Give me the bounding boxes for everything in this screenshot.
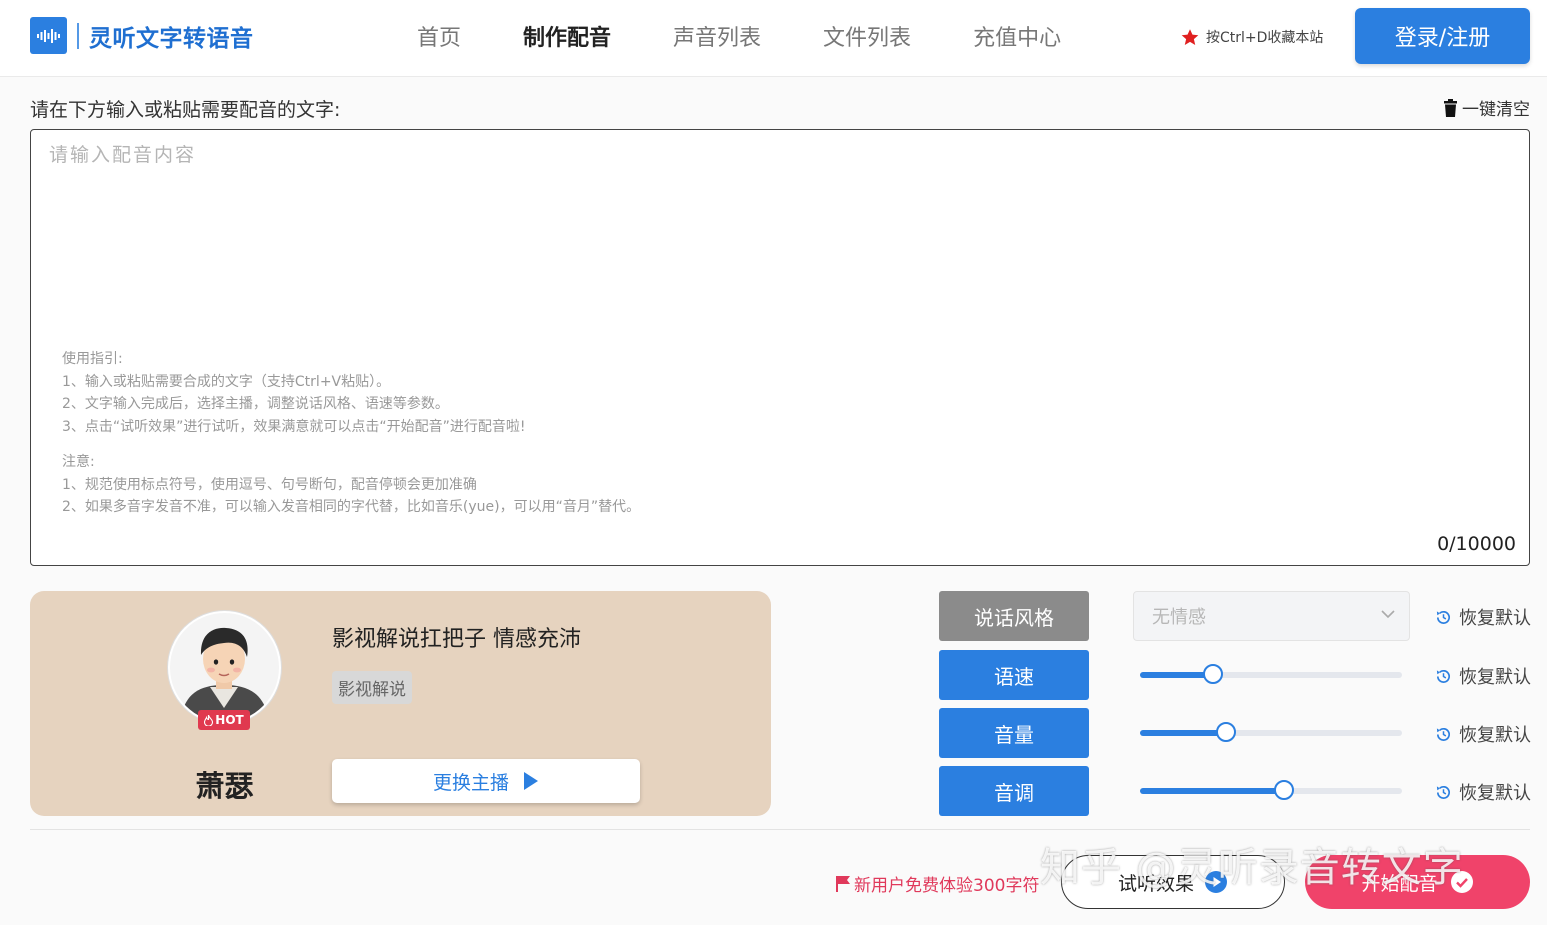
nav-voice-list[interactable]: 声音列表	[673, 20, 761, 52]
nav-recharge[interactable]: 充值中心	[973, 20, 1061, 52]
speaker-name: 萧瑟	[195, 769, 254, 803]
reset-label: 恢复默认	[1459, 608, 1531, 629]
guide-step: 2、文字输入完成后，选择主播，调整说话风格、语速等参数。	[62, 396, 449, 413]
change-speaker-label: 更换主播	[432, 771, 509, 794]
guide-step: 3、点击“试听效果”进行试听，效果满意就可以点击“开始配音”进行配音啦!	[62, 419, 526, 436]
nav-make-voiceover[interactable]: 制作配音	[523, 20, 611, 52]
star-icon	[1181, 28, 1199, 45]
volume-slider[interactable]	[1140, 722, 1402, 742]
history-icon	[1436, 727, 1450, 741]
guide-step: 1、输入或粘贴需要合成的文字（支持Ctrl+V粘贴）。	[62, 373, 391, 390]
nav-home[interactable]: 首页	[417, 20, 461, 52]
logo-divider	[77, 22, 79, 49]
speaking-style-select[interactable]: 无情感	[1133, 591, 1410, 641]
speaker-category-tag: 影视解说	[332, 671, 412, 704]
guide-note: 1、规范使用标点符号，使用逗号、句号断句，配音停顿会更加准确	[62, 476, 477, 493]
voiceover-input[interactable]	[49, 140, 1509, 180]
promo-text: 新用户免费体验300字符	[854, 876, 1040, 896]
reset-label: 恢复默认	[1459, 783, 1531, 804]
new-user-promo: 新用户免费体验300字符	[835, 871, 1039, 896]
bookmark-hint[interactable]: 按Ctrl+D收藏本站	[1180, 27, 1323, 47]
usage-guide: 使用指引: 1、输入或粘贴需要合成的文字（支持Ctrl+V粘贴）。 2、文字输入…	[62, 348, 640, 519]
flame-icon	[204, 714, 214, 726]
speed-label[interactable]: 语速	[939, 650, 1089, 700]
volume-slider-handle[interactable]	[1216, 722, 1237, 742]
speed-slider-fill	[1140, 672, 1214, 678]
speaker-avatar[interactable]	[168, 611, 281, 724]
history-icon	[1436, 669, 1450, 683]
hot-badge: HOT	[198, 710, 250, 730]
speaker-description: 影视解说扛把子 情感充沛	[332, 627, 581, 652]
reset-speed-button[interactable]: 恢复默认	[1435, 663, 1531, 689]
waveform-icon	[30, 17, 67, 54]
clear-all-label: 一键清空	[1462, 100, 1530, 120]
pitch-label[interactable]: 音调	[939, 766, 1089, 816]
main-nav: 首页 制作配音 声音列表 文件列表 充值中心	[417, 20, 1123, 52]
reset-volume-button[interactable]: 恢复默认	[1435, 721, 1531, 747]
volume-label[interactable]: 音量	[939, 708, 1089, 758]
top-header: 灵听文字转语音 首页 制作配音 声音列表 文件列表 充值中心 按Ctrl+D收藏…	[0, 0, 1547, 77]
history-icon	[1436, 610, 1450, 624]
start-voiceover-button[interactable]: 开始配音	[1305, 855, 1530, 909]
speed-slider-handle[interactable]	[1203, 664, 1224, 684]
pitch-slider-handle[interactable]	[1274, 780, 1295, 800]
reset-style-button[interactable]: 恢复默认	[1435, 604, 1531, 630]
note-title: 注意:	[62, 453, 95, 470]
pitch-slider-fill	[1140, 788, 1285, 794]
check-circle-icon	[1450, 871, 1473, 893]
flag-icon	[836, 876, 850, 892]
speaking-style-label[interactable]: 说话风格	[939, 591, 1089, 641]
hot-badge-label: HOT	[215, 713, 244, 727]
speed-slider[interactable]	[1140, 664, 1402, 684]
reset-label: 恢复默认	[1459, 667, 1531, 688]
voiceover-text-area: 使用指引: 1、输入或粘贴需要合成的文字（支持Ctrl+V粘贴）。 2、文字输入…	[30, 129, 1530, 566]
pitch-slider[interactable]	[1140, 780, 1402, 800]
guide-title: 使用指引:	[62, 351, 123, 367]
reset-label: 恢复默认	[1459, 725, 1531, 746]
reset-pitch-button[interactable]: 恢复默认	[1435, 779, 1531, 805]
logo-text: 灵听文字转语音	[89, 25, 254, 52]
clear-all-button[interactable]: 一键清空	[1444, 95, 1530, 120]
volume-slider-fill	[1140, 730, 1227, 736]
trash-icon	[1444, 98, 1457, 117]
guide-note: 2、如果多音字发音不准，可以输入发音相同的字代替，比如音乐(yue)，可以用“音…	[62, 499, 641, 516]
site-logo[interactable]: 灵听文字转语音	[30, 17, 254, 54]
change-speaker-button[interactable]: 更换主播	[332, 759, 640, 803]
nav-file-list[interactable]: 文件列表	[823, 20, 911, 52]
bookmark-text: 按Ctrl+D收藏本站	[1206, 30, 1324, 46]
history-icon	[1436, 785, 1450, 799]
login-register-button[interactable]: 登录/注册	[1355, 8, 1530, 64]
speaking-style-value: 无情感	[1152, 607, 1206, 628]
preview-button[interactable]: 试听效果	[1061, 855, 1285, 909]
section-divider	[30, 829, 1530, 830]
chevron-down-icon	[1381, 610, 1395, 619]
preview-label: 试听效果	[1117, 872, 1194, 895]
play-triangle-icon	[524, 772, 538, 790]
character-counter: 0/10000	[1437, 533, 1516, 555]
play-circle-icon	[1205, 871, 1227, 893]
start-label: 开始配音	[1361, 872, 1438, 895]
input-prompt: 请在下方输入或粘贴需要配音的文字:	[30, 99, 341, 121]
speaker-card: HOT 萧瑟 影视解说扛把子 情感充沛 影视解说 更换主播	[30, 591, 771, 816]
